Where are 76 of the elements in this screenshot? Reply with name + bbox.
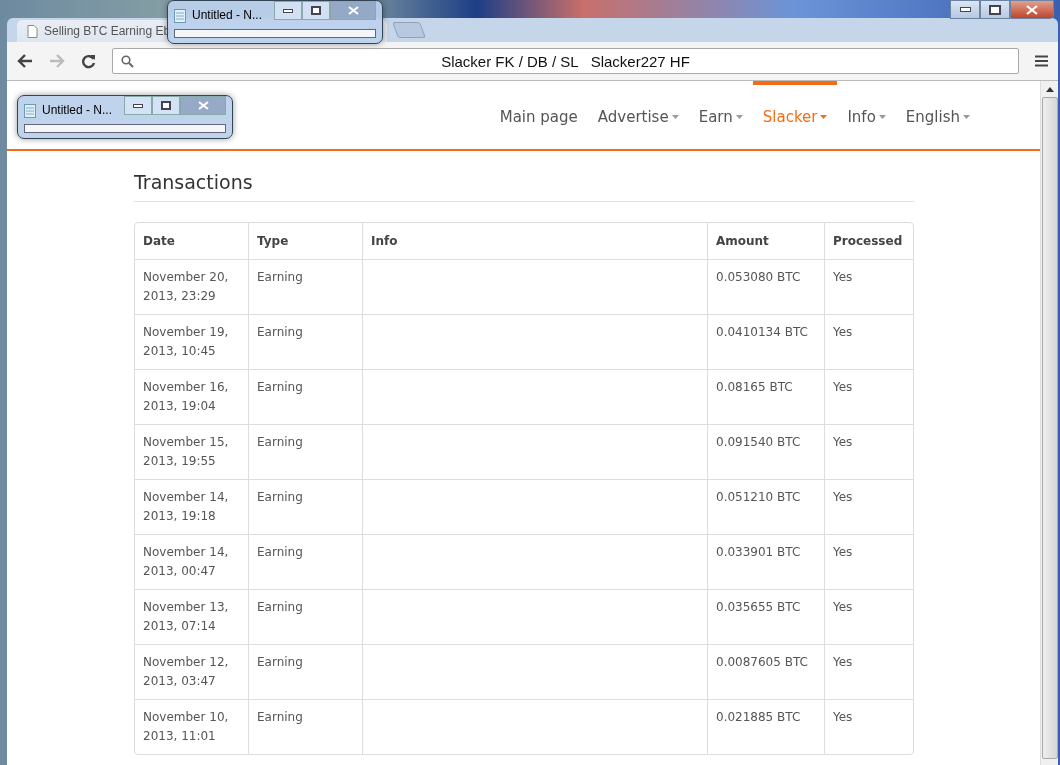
- notepad-dialog[interactable]: Untitled - N...: [17, 95, 233, 139]
- table-cell: November 15, 2013, 19:55: [135, 424, 248, 479]
- maximize-button[interactable]: [302, 1, 330, 20]
- table-cell: November 20, 2013, 23:29: [135, 259, 248, 314]
- nav-link[interactable]: Main page: [489, 81, 588, 149]
- nav-link[interactable]: Earn: [688, 81, 753, 149]
- caret-icon: [878, 115, 886, 119]
- table-cell: Earning: [248, 699, 362, 754]
- close-button[interactable]: [1010, 0, 1054, 19]
- table-cell: 0.053080 BTC: [707, 259, 824, 314]
- table-cell: 0.091540 BTC: [707, 424, 824, 479]
- column-header: Type: [248, 223, 362, 259]
- close-icon: [197, 101, 209, 110]
- table-cell: November 13, 2013, 07:14: [135, 589, 248, 644]
- scrollbar[interactable]: [1040, 81, 1058, 765]
- window-title: Untitled - N...: [42, 103, 114, 117]
- nav-link[interactable]: Info: [837, 81, 896, 149]
- minimize-button[interactable]: [274, 1, 302, 20]
- table-cell: 0.0410134 BTC: [707, 314, 824, 369]
- page-icon: [27, 24, 38, 38]
- window-title: Untitled - N...: [192, 8, 264, 22]
- caret-icon: [820, 115, 828, 119]
- scroll-up-icon[interactable]: [1045, 87, 1054, 92]
- column-header: Amount: [707, 223, 824, 259]
- close-icon: [1026, 4, 1038, 15]
- table-cell: Yes: [824, 699, 913, 754]
- caret-icon: [963, 115, 970, 119]
- table-cell: Yes: [824, 369, 913, 424]
- table-cell: 0.0087605 BTC: [707, 644, 824, 699]
- notepad-icon: [24, 102, 37, 118]
- notepad-icon: [174, 7, 187, 23]
- table-cell: Earning: [248, 259, 362, 314]
- table-cell: 0.033901 BTC: [707, 534, 824, 589]
- search-icon: [121, 54, 134, 68]
- table-cell: Earning: [248, 314, 362, 369]
- column-header: Processed: [824, 223, 913, 259]
- table-cell: Earning: [248, 589, 362, 644]
- table-cell: Yes: [824, 259, 913, 314]
- back-icon[interactable]: [17, 54, 33, 68]
- address-bar[interactable]: Slacker FK / DB / SL Slacker227 HF: [112, 48, 1019, 74]
- close-icon: [347, 6, 359, 15]
- table-cell: Yes: [824, 479, 913, 534]
- minimize-button[interactable]: [124, 96, 152, 115]
- table-cell: Yes: [824, 424, 913, 479]
- table-cell: Yes: [824, 314, 913, 369]
- table-cell: 0.08165 BTC: [707, 369, 824, 424]
- table-cell: 0.035655 BTC: [707, 589, 824, 644]
- table-cell: November 14, 2013, 00:47: [135, 534, 248, 589]
- table-cell: 0.021885 BTC: [707, 699, 824, 754]
- caret-icon: [735, 115, 743, 119]
- table-cell: Yes: [824, 644, 913, 699]
- nav-link[interactable]: English: [895, 81, 980, 149]
- table-cell: 0.051210 BTC: [707, 479, 824, 534]
- table-cell: Yes: [824, 534, 913, 589]
- table-cell: Earning: [248, 424, 362, 479]
- table-cell: November 12, 2013, 03:47: [135, 644, 248, 699]
- table-cell: November 14, 2013, 19:18: [135, 479, 248, 534]
- table-cell: Earning: [248, 534, 362, 589]
- table-cell: November 16, 2013, 19:04: [135, 369, 248, 424]
- maximize-button[interactable]: [980, 0, 1010, 19]
- table-cell: Earning: [248, 479, 362, 534]
- table-cell: Earning: [248, 369, 362, 424]
- table-cell: November 19, 2013, 10:45: [135, 314, 248, 369]
- table-cell: Yes: [824, 589, 913, 644]
- maximize-button[interactable]: [152, 96, 180, 115]
- caret-icon: [671, 115, 679, 119]
- table-cell: Earning: [248, 644, 362, 699]
- column-header: Date: [142, 233, 176, 250]
- menu-icon[interactable]: [1035, 55, 1048, 67]
- reload-icon[interactable]: [81, 53, 96, 69]
- nav-link[interactable]: Advertise: [587, 81, 689, 149]
- page-heading: Transactions: [134, 171, 914, 202]
- column-header: Info: [362, 223, 707, 259]
- notepad-dialog[interactable]: Untitled - N...: [167, 0, 383, 44]
- table-cell: November 10, 2013, 11:01: [135, 699, 248, 754]
- minimize-button[interactable]: [950, 0, 980, 19]
